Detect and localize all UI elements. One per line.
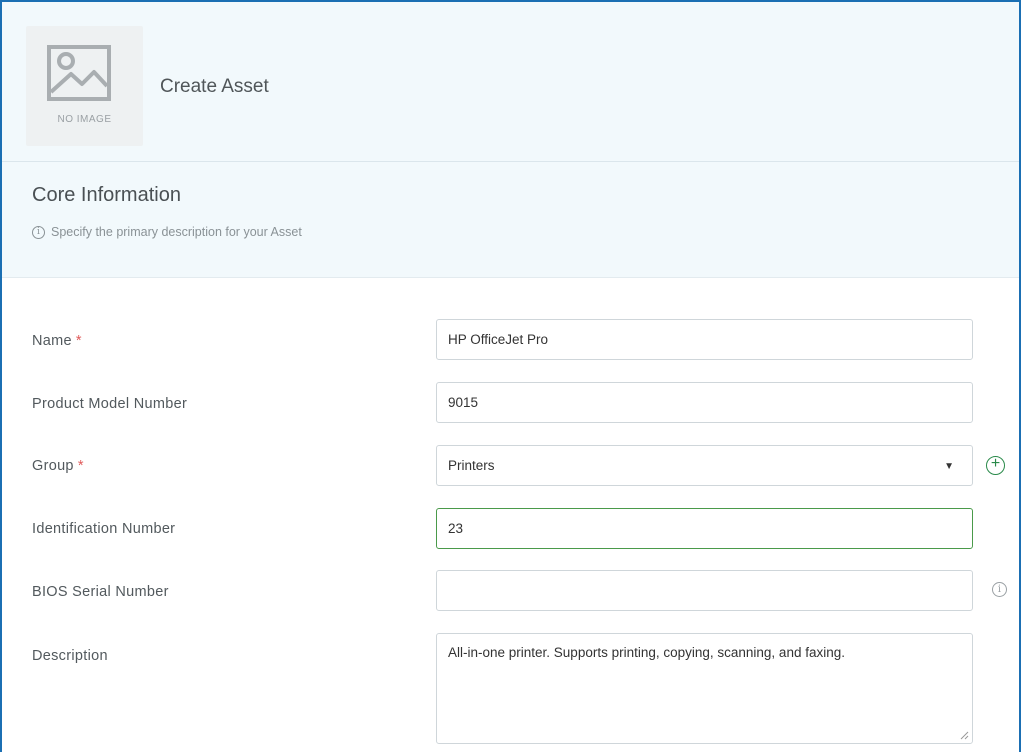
group-label: Group *	[32, 458, 84, 474]
page-title: Create Asset	[160, 76, 269, 97]
create-asset-panel: NO IMAGE Create Asset Core Information i…	[0, 0, 1021, 752]
identification-label: Identification Number	[32, 521, 176, 537]
model-number-input[interactable]	[436, 382, 973, 423]
required-marker: *	[77, 458, 84, 474]
bios-serial-input[interactable]	[436, 570, 973, 611]
section-title: Core Information	[32, 184, 181, 206]
name-input[interactable]	[436, 319, 973, 360]
group-select[interactable]: Printers ▼	[436, 445, 973, 486]
group-label-text: Group	[32, 458, 74, 474]
resize-grip-icon[interactable]	[959, 730, 969, 740]
name-label: Name *	[32, 333, 82, 349]
identification-number-input[interactable]	[436, 508, 973, 549]
section-subtitle: i Specify the primary description for yo…	[32, 225, 302, 239]
description-textarea[interactable]: All-in-one printer. Supports printing, c…	[436, 633, 973, 744]
info-icon[interactable]: i	[992, 582, 1007, 597]
section-subtitle-text: Specify the primary description for your…	[51, 225, 302, 239]
plus-circle-icon[interactable]: +	[986, 456, 1005, 475]
info-icon: i	[32, 225, 45, 239]
caret-down-icon: ▼	[944, 461, 954, 472]
no-image-label: NO IMAGE	[57, 114, 112, 125]
model-label: Product Model Number	[32, 396, 188, 412]
bios-label: BIOS Serial Number	[32, 584, 169, 600]
description-label: Description	[32, 648, 108, 664]
image-placeholder-icon	[47, 45, 111, 101]
page-header: NO IMAGE Create Asset	[2, 2, 1019, 162]
name-label-text: Name	[32, 333, 72, 349]
section-header: Core Information i Specify the primary d…	[2, 162, 1019, 278]
required-marker: *	[75, 333, 82, 349]
group-select-value: Printers	[448, 458, 495, 473]
asset-thumbnail[interactable]: NO IMAGE	[26, 26, 143, 146]
